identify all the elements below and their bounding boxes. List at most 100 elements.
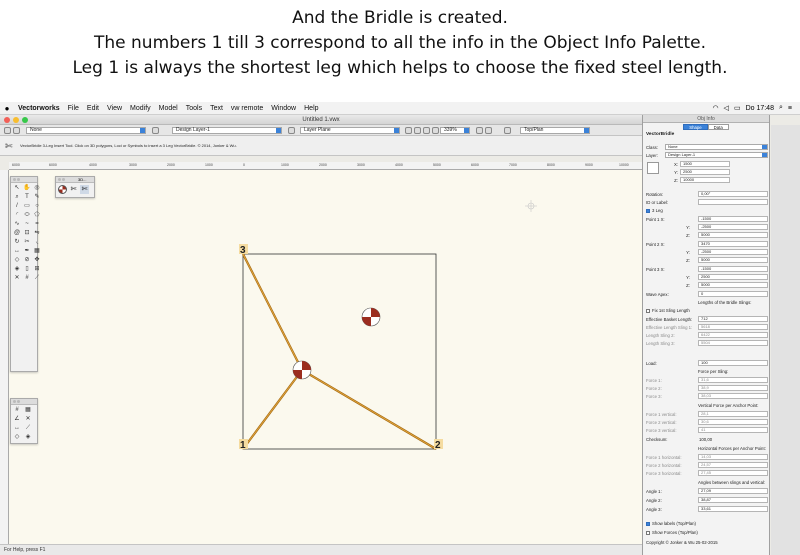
polyline-tool-icon[interactable]: ∿	[13, 221, 21, 228]
flyover-icon[interactable]: ◎	[33, 185, 41, 192]
point1-x-input[interactable]: -1500	[698, 216, 768, 222]
freehand-tool-icon[interactable]: ~	[23, 221, 31, 228]
snap-edge-icon[interactable]: ◇	[13, 434, 21, 441]
text-tool-icon[interactable]: T	[23, 194, 31, 201]
show-forces-checkbox[interactable]	[646, 530, 650, 535]
apple-icon[interactable]: ●	[0, 104, 14, 113]
slope-tool-icon[interactable]: ⟋	[33, 275, 41, 282]
split-tool-icon[interactable]: ✂	[23, 239, 31, 246]
layer-select[interactable]: Design Layer-1	[172, 127, 282, 134]
spiral-tool-icon[interactable]: @	[13, 230, 21, 237]
clock[interactable]: Do 17:48	[746, 105, 774, 112]
menu-help[interactable]: Help	[300, 105, 322, 112]
view-icon[interactable]	[504, 127, 511, 134]
pan-tool-icon[interactable]: ✋	[23, 185, 31, 192]
list-icon[interactable]: ≡	[788, 105, 792, 112]
menu-vw-remote[interactable]: vw remote	[227, 105, 267, 112]
oval-tool-icon[interactable]: ⬭	[23, 212, 31, 219]
origin-box-icon[interactable]	[647, 162, 659, 174]
selection-tool-icon[interactable]: ↖	[13, 185, 21, 192]
fit-icon[interactable]	[405, 127, 412, 134]
wall-tool-icon[interactable]: ▯	[23, 266, 31, 273]
zoom-tool-icon[interactable]: ⌕	[13, 194, 21, 201]
point1-y-input[interactable]: -2500	[698, 224, 768, 230]
clip-tool-icon[interactable]: ⊘	[23, 257, 31, 264]
rotation-input[interactable]: 0,00°	[698, 191, 768, 197]
menu-text[interactable]: Text	[206, 105, 227, 112]
tab-shape[interactable]: Shape	[683, 124, 708, 130]
snap-tangent-icon[interactable]: ⟋	[24, 425, 32, 432]
class-select[interactable]: None	[26, 127, 146, 134]
bridle-marker-icon[interactable]	[58, 185, 67, 194]
x-input[interactable]: 1500	[680, 161, 730, 167]
bridle-tool-icon[interactable]: ✄	[5, 141, 13, 152]
callout-icon[interactable]: ✎	[33, 194, 41, 201]
wave-apex-input[interactable]: 0	[698, 291, 768, 297]
point3-x-input[interactable]: -1500	[698, 266, 768, 272]
view-select[interactable]: Top/Plan	[520, 127, 590, 134]
wifi-icon[interactable]: ◠	[712, 104, 718, 112]
effective-basket-input[interactable]: 712	[698, 316, 768, 322]
point2-x-input[interactable]: 3470	[698, 241, 768, 247]
mirror-tool-icon[interactable]: ⇋	[33, 230, 41, 237]
double-line-icon[interactable]: =	[33, 221, 41, 228]
apex-marker-icon[interactable]	[292, 360, 312, 380]
render-icon[interactable]	[476, 127, 483, 134]
zoom-level[interactable]: 339%	[440, 127, 470, 134]
plane-select[interactable]: Layer Plane	[300, 127, 400, 134]
stair-tool-icon[interactable]: ⊞	[33, 266, 41, 273]
battery-icon[interactable]: ▭	[734, 104, 741, 112]
move-tool-icon[interactable]: ✥	[33, 257, 41, 264]
bridle-rectangle[interactable]	[242, 253, 437, 450]
arc-tool-icon[interactable]: ◜	[13, 212, 21, 219]
menu-window[interactable]: Window	[267, 105, 300, 112]
dimension-tool-icon[interactable]: ↔	[13, 248, 21, 255]
snap-working-plane-icon[interactable]: ◈	[24, 434, 32, 441]
snap-angle-icon[interactable]: ∠	[13, 416, 21, 423]
zoom-in-icon[interactable]	[414, 127, 421, 134]
attribute-tool-icon[interactable]: ▦	[33, 248, 41, 255]
pan-icon[interactable]	[432, 127, 439, 134]
id-input[interactable]	[698, 199, 768, 205]
circle-tool-icon[interactable]: ○	[33, 203, 41, 210]
three-leg-checkbox[interactable]	[646, 208, 650, 213]
minimize-button[interactable]	[13, 117, 19, 123]
zoom-out-icon[interactable]	[423, 127, 430, 134]
bridle-2leg-icon[interactable]: ✄	[69, 185, 78, 194]
nav-forward-icon[interactable]	[13, 127, 20, 134]
projection-icon[interactable]	[485, 127, 492, 134]
zoom-button[interactable]	[22, 117, 28, 123]
snap-intersection-icon[interactable]: ✕	[24, 416, 32, 423]
menu-tools[interactable]: Tools	[182, 105, 206, 112]
menu-view[interactable]: View	[103, 105, 126, 112]
offset-tool-icon[interactable]: ⊡	[23, 230, 31, 237]
snap-grid-icon[interactable]: #	[13, 407, 21, 414]
show-labels-checkbox[interactable]	[646, 521, 650, 526]
symbol-tool-icon[interactable]: ◈	[13, 266, 21, 273]
fix-length-checkbox[interactable]	[646, 308, 650, 313]
load-input[interactable]: 100	[698, 360, 768, 366]
locus-tool-icon[interactable]: ✕	[13, 275, 21, 282]
menu-edit[interactable]: Edit	[83, 105, 103, 112]
menu-model[interactable]: Model	[155, 105, 182, 112]
eyedropper-tool-icon[interactable]: ✒	[23, 248, 31, 255]
point2-y-input[interactable]: -2500	[698, 249, 768, 255]
reshape-tool-icon[interactable]: ◇	[13, 257, 21, 264]
point1-z-input[interactable]: 5000	[698, 232, 768, 238]
snap-distance-icon[interactable]: ↔	[13, 425, 21, 432]
y-input[interactable]: 2500	[680, 169, 730, 175]
layer-dropdown[interactable]: Design Layer-1	[665, 152, 768, 158]
point2-z-input[interactable]: 5000	[698, 257, 768, 263]
point3-y-input[interactable]: 2500	[698, 274, 768, 280]
center-marker-icon[interactable]	[361, 307, 381, 327]
class-dropdown[interactable]: None	[665, 144, 768, 150]
point3-z-input[interactable]: 5000	[698, 282, 768, 288]
nav-back-icon[interactable]	[4, 127, 11, 134]
rectangle-tool-icon[interactable]: ▭	[23, 203, 31, 210]
volume-icon[interactable]: ◁	[724, 104, 729, 112]
tab-data[interactable]: Data	[707, 124, 729, 130]
drawing-canvas[interactable]: 3 1 2	[9, 170, 642, 544]
search-icon[interactable]: ⌕	[779, 104, 783, 112]
z-input[interactable]: 10000	[680, 177, 730, 183]
bridle-3leg-icon[interactable]: ✄	[80, 185, 89, 194]
